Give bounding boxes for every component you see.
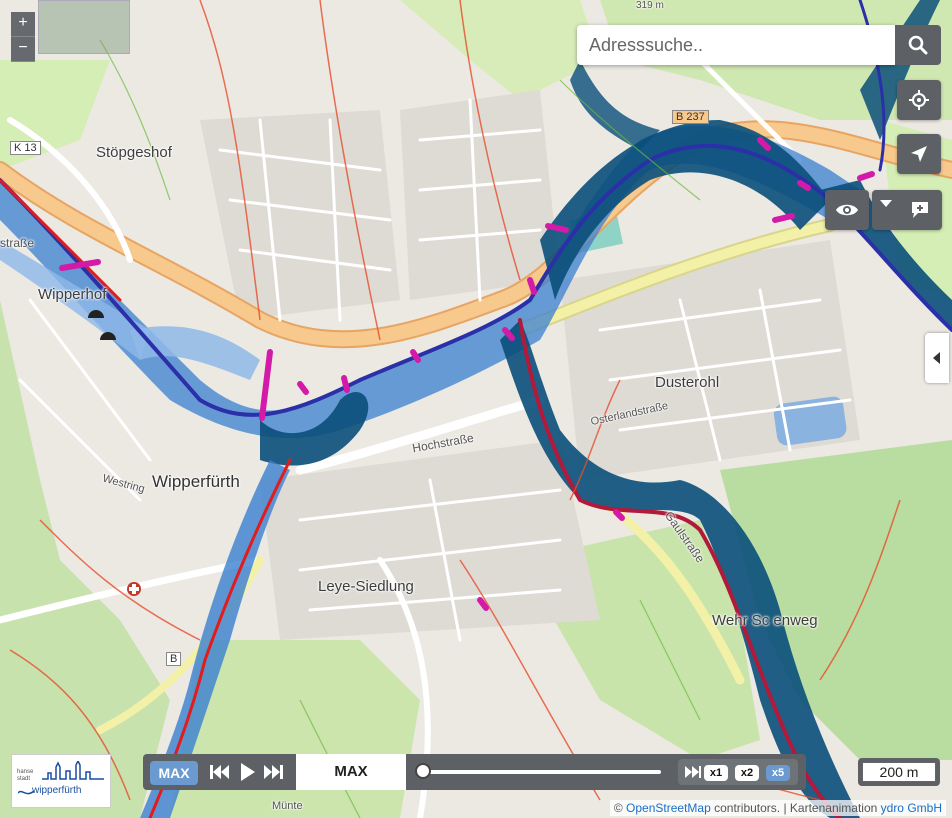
- road-shield-k13: K 13: [10, 141, 41, 155]
- road-shield-b: B: [166, 652, 182, 666]
- search-input[interactable]: [577, 25, 895, 65]
- caret-down-icon: [880, 200, 892, 207]
- animation-player: MAX MAX x1 x2 x5: [143, 754, 806, 790]
- hospital-icon: [127, 582, 141, 596]
- skip-back-icon[interactable]: [209, 762, 231, 782]
- overview-minimap[interactable]: [38, 0, 130, 54]
- map-label-stoepgeshof: Stöpgeshof: [96, 144, 172, 161]
- scale-label: 200 m: [862, 762, 936, 782]
- current-mode-display: MAX: [296, 754, 406, 790]
- comment-plus-icon: [912, 202, 928, 218]
- wipperfuerth-logo: hanse stadt wipperfürth: [11, 754, 111, 808]
- side-panel-toggle[interactable]: [925, 333, 949, 383]
- crosshair-icon: [909, 90, 929, 110]
- skip-forward-icon[interactable]: [262, 762, 284, 782]
- speed-x1-button[interactable]: x1: [704, 765, 728, 781]
- map-label-wipperfuerth: Wipperfürth: [152, 472, 240, 491]
- location-arrow-icon: [911, 146, 927, 162]
- timeline-thumb[interactable]: [415, 763, 431, 779]
- navigate-button[interactable]: [897, 134, 941, 174]
- map-label-wipperhof: Wipperhof: [38, 286, 107, 303]
- locate-button[interactable]: [897, 80, 941, 120]
- fast-forward-icon: [685, 766, 701, 778]
- speed-x2-button[interactable]: x2: [735, 765, 759, 781]
- zoom-in-button[interactable]: +: [11, 12, 35, 37]
- map-label-muente: Münte: [272, 800, 303, 812]
- map-label-leye-siedlung: Leye-Siedlung: [318, 578, 414, 595]
- skyline-icon: [42, 761, 104, 780]
- search-icon: [908, 35, 928, 55]
- road-shield-b237: B 237: [672, 110, 709, 124]
- play-icon[interactable]: [236, 762, 258, 782]
- map-label-elevation: 319 m: [636, 0, 664, 11]
- scale-bar: 200 m: [858, 758, 940, 786]
- map-label-strasse: straße: [0, 236, 35, 250]
- speed-x5-button[interactable]: x5: [766, 765, 790, 781]
- visibility-button[interactable]: [825, 190, 869, 230]
- address-search: [577, 25, 941, 65]
- flood-map[interactable]: Stöpgeshof Wipperhof Wipperfürth Dustero…: [0, 0, 952, 818]
- chevron-left-icon: [933, 352, 940, 364]
- company-link[interactable]: ydro GmbH: [881, 801, 942, 815]
- map-canvas: [0, 0, 952, 818]
- attribution: © OpenStreetMap contributors. | Kartenan…: [609, 800, 946, 816]
- timeline-track[interactable]: [423, 770, 661, 774]
- logo-text-hanse: hanse stadt: [17, 769, 34, 782]
- copyright-symbol: ©: [613, 801, 623, 815]
- attribution-text: contributors. | Kartenanimation: [714, 801, 878, 815]
- feedback-button[interactable]: [872, 190, 942, 230]
- osm-link[interactable]: OpenStreetMap: [626, 801, 711, 815]
- map-label-dusterohl: Dusterohl: [655, 374, 720, 391]
- map-label-wehr-sc-weg: Wehr Sc enweg: [712, 612, 818, 629]
- zoom-control: + −: [11, 12, 35, 62]
- logo-text-wipperfuerth: wipperfürth: [32, 785, 82, 796]
- max-toggle-button[interactable]: MAX: [150, 761, 198, 785]
- eye-icon: [836, 204, 858, 216]
- search-button[interactable]: [895, 25, 941, 65]
- zoom-out-button[interactable]: −: [11, 37, 35, 62]
